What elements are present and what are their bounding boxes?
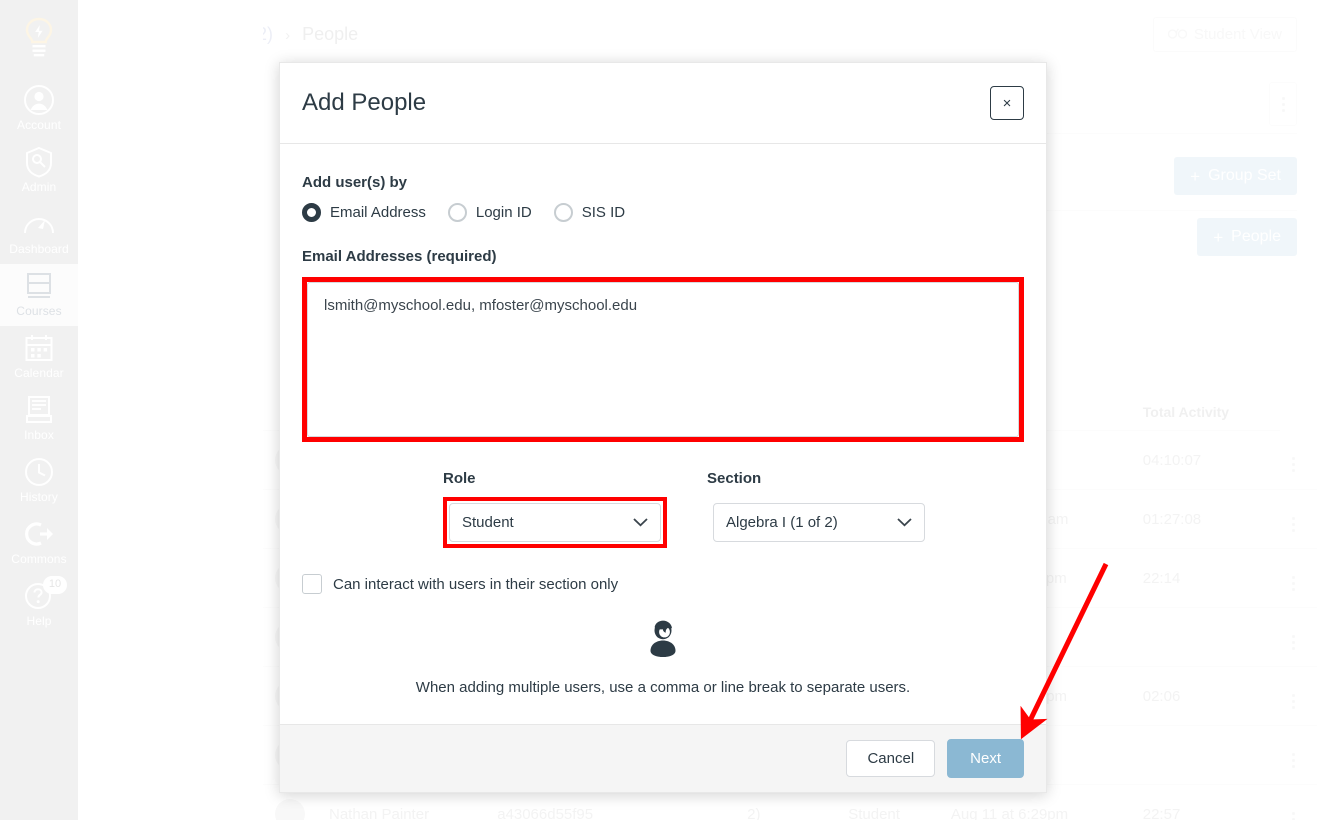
chevron-down-icon (633, 515, 648, 530)
section-select[interactable]: Algebra I (1 of 2) (713, 503, 925, 542)
radio-label: Login ID (475, 204, 532, 221)
role-select-value: Student (462, 514, 514, 531)
role-label: Role (443, 470, 476, 487)
modal-header: Add People × (280, 63, 1046, 144)
section-label: Section (707, 470, 762, 487)
section-restriction-label: Can interact with users in their section… (333, 575, 619, 593)
hint-text: When adding multiple users, use a comma … (415, 679, 911, 696)
radio-label: SIS ID (581, 204, 626, 221)
modal-footer: Cancel Next (280, 724, 1046, 792)
add-user-by-label: Add user(s) by (302, 174, 408, 191)
email-addresses-textarea[interactable] (307, 282, 1019, 437)
section-field: Section Algebra I (1 of 2) (707, 470, 925, 548)
radio-login-id[interactable]: Login ID (447, 203, 532, 222)
email-addresses-label: Email Addresses (required) (302, 248, 497, 265)
person-silhouette-icon (640, 620, 686, 666)
modal-body: Add user(s) by Email Address Login ID SIS … (280, 144, 1046, 724)
role-select[interactable]: Student (449, 503, 661, 542)
radio-dot[interactable] (302, 203, 321, 222)
radio-email-address[interactable]: Email Address (302, 203, 426, 222)
section-select-value: Algebra I (1 of 2) (726, 514, 838, 531)
radio-dot[interactable] (553, 203, 573, 222)
hint-block: When adding multiple users, use a comma … (302, 616, 1024, 696)
next-button[interactable]: Next (947, 739, 1024, 778)
page-title: Add People (302, 89, 427, 116)
section-restriction-checkbox[interactable] (302, 574, 322, 594)
add-user-by-radio-group: Email Address Login ID SIS ID (302, 203, 1024, 222)
email-addresses-highlight (302, 277, 1024, 442)
close-icon[interactable]: × (990, 86, 1024, 120)
role-highlight: Student (443, 497, 667, 548)
radio-sis-id[interactable]: SIS ID (553, 203, 626, 222)
section-restriction-row[interactable]: Can interact with users in their section… (302, 574, 1024, 594)
cancel-button[interactable]: Cancel (846, 740, 936, 777)
add-people-modal: Add People × Add user(s) by Email Addres… (279, 62, 1047, 793)
role-section-row: Role Student Section Algebra I (1 of 2) (302, 470, 1024, 548)
chevron-down-icon (897, 515, 912, 530)
radio-dot[interactable] (447, 203, 467, 222)
radio-label: Email Address (330, 204, 426, 221)
role-field: Role Student (443, 470, 667, 548)
